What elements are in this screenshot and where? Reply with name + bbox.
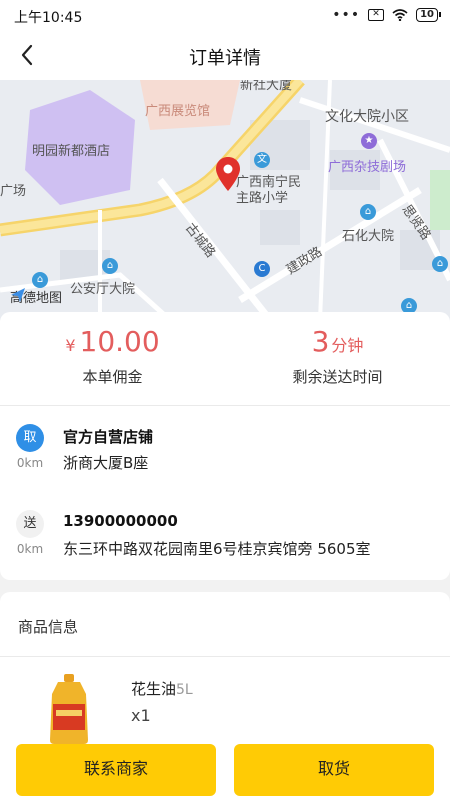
product-spec: 5L <box>176 682 193 698</box>
commission-value: 10.00 <box>79 325 160 358</box>
commission-amount: ¥10.00 <box>0 324 225 364</box>
map-label-square: 广场 <box>0 184 27 199</box>
order-summary-card: ¥10.00 本单佣金 3 分钟 剩余送达时间 取 0km 官方自营店铺 浙商大厦… <box>0 312 450 580</box>
delivery-tag: 送 <box>16 510 44 538</box>
remaining-time: 3 分钟 <box>225 324 450 364</box>
contact-merchant-button[interactable]: 联系商家 <box>16 744 216 796</box>
wifi-icon <box>392 9 408 21</box>
map-label-school: 广西南宁民 主路小学 <box>236 175 302 206</box>
map-label-shihua: 石化大院 <box>342 229 395 244</box>
commission-stat: ¥10.00 本单佣金 <box>0 324 225 387</box>
edge-poi-icon: ⌂ <box>432 256 448 272</box>
pickup-address: 浙商大厦B座 <box>63 454 149 472</box>
status-icons: ••• ✕ 10 <box>332 7 441 23</box>
product-qty: x1 <box>131 706 151 725</box>
product-name: 花生油 <box>131 680 177 698</box>
map-view[interactable]: 明园新都酒店 广西展览馆 新社大厦 文化大院小区 ★ 广西杂技剧场 文 广西南宁… <box>0 80 450 320</box>
pickup-tag: 取 <box>16 424 44 452</box>
map-label-hotel: 明园新都酒店 <box>32 144 111 159</box>
map-label-theater: 广西杂技剧场 <box>328 160 407 175</box>
delivery-distance: 0km <box>16 542 44 556</box>
status-time: 上午10:45 <box>14 10 83 26</box>
delivery-address: 东三环中路双花园南里6号桂京宾馆旁 5605室 <box>63 540 371 558</box>
theater-poi-icon: ★ <box>361 133 377 149</box>
more-dots-icon: ••• <box>332 7 361 23</box>
divider <box>0 405 450 406</box>
amap-logo-icon <box>11 288 25 302</box>
delivery-phone[interactable]: 13900000000 <box>63 512 178 530</box>
currency-symbol: ¥ <box>65 336 76 355</box>
pickup-distance: 0km <box>16 456 44 470</box>
status-bar: 上午10:45 ••• ✕ 10 <box>0 0 450 32</box>
nav-bar: 订单详情 <box>0 32 450 80</box>
commission-label: 本单佣金 <box>82 368 143 386</box>
product-image <box>50 674 88 744</box>
remaining-unit: 分钟 <box>331 336 364 355</box>
shihua-poi-icon: ⌂ <box>360 204 376 220</box>
bank-poi-icon: C <box>254 261 270 277</box>
remaining-time-stat: 3 分钟 剩余送达时间 <box>225 324 450 387</box>
building-poi-icon: ⌂ <box>32 272 48 288</box>
remaining-value: 3 <box>311 325 330 358</box>
pickup-store-name: 官方自营店铺 <box>63 428 154 446</box>
location-pin-icon <box>216 157 240 191</box>
remaining-time-label: 剩余送达时间 <box>292 368 383 386</box>
map-provider-logo: 高德地图 <box>10 287 62 306</box>
pickup-button[interactable]: 取货 <box>234 744 434 796</box>
page-title: 订单详情 <box>189 48 261 69</box>
divider <box>0 656 450 657</box>
goods-heading: 商品信息 <box>18 618 79 636</box>
battery-icon: 10 <box>416 8 441 22</box>
map-label-top-road: 新社大厦 <box>240 80 293 93</box>
product-name-line: 花生油5L <box>131 678 193 699</box>
school-poi-icon: 文 <box>254 152 270 168</box>
map-label-police: 公安厅大院 <box>70 282 136 297</box>
police-poi-icon: ⌂ <box>102 258 118 274</box>
map-label-exhibition: 广西展览馆 <box>145 104 211 119</box>
map-label-culture: 文化大院小区 <box>325 109 409 125</box>
notification-off-icon: ✕ <box>368 9 385 21</box>
